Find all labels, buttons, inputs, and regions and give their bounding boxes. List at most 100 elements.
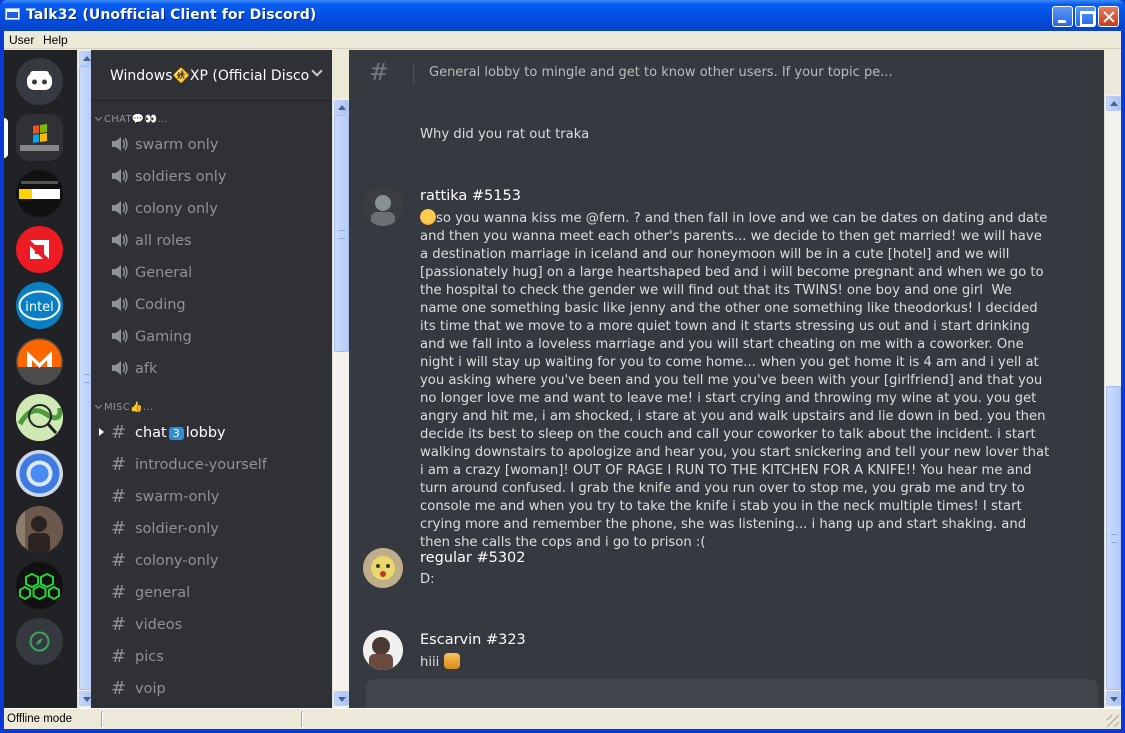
scroll-thumb[interactable] xyxy=(1106,386,1121,690)
guild-chrome[interactable] xyxy=(16,450,63,497)
close-button[interactable] xyxy=(1098,6,1119,27)
server-header[interactable]: Windows🚸XP (Official Disco xyxy=(91,50,332,101)
guild-windows-xp[interactable] xyxy=(16,114,63,161)
maximize-button[interactable] xyxy=(1075,6,1096,27)
voice-channel[interactable]: Gaming xyxy=(111,326,321,350)
divider xyxy=(101,711,102,727)
scroll-up-button[interactable] xyxy=(1106,96,1121,111)
hash-icon: # xyxy=(111,486,127,507)
chat-scrollbar[interactable] xyxy=(1104,95,1121,708)
status-text: Offline mode xyxy=(7,713,72,725)
windows-logo-icon xyxy=(20,124,59,151)
scroll-down-button[interactable] xyxy=(1106,691,1121,706)
user-avatar-icon xyxy=(363,548,403,588)
emoji-icon xyxy=(420,209,436,225)
avatar[interactable] xyxy=(363,186,403,226)
photo-avatar-icon xyxy=(16,506,63,553)
mention-badge: 3 xyxy=(168,427,184,440)
guild-intel[interactable]: intel xyxy=(16,282,63,329)
text-channel[interactable]: # voip xyxy=(111,678,321,702)
scroll-up-button[interactable] xyxy=(334,100,349,115)
channel-name: all roles xyxy=(135,233,192,249)
hash-icon: # xyxy=(369,58,390,86)
channel-name: Coding xyxy=(135,297,186,313)
voice-channel[interactable]: swarm only xyxy=(111,134,321,158)
chevron-down-icon xyxy=(94,113,103,122)
monero-logo-icon xyxy=(16,339,63,385)
guild-sidebar: intel xyxy=(4,50,77,708)
hash-icon: # xyxy=(111,678,127,699)
channel-name: General xyxy=(135,265,193,281)
guild-hex[interactable] xyxy=(16,562,63,609)
speaker-icon xyxy=(111,360,131,378)
channel-name: voip xyxy=(135,681,166,697)
menu-help[interactable]: Help xyxy=(43,33,68,47)
hex-logo-icon xyxy=(19,572,60,601)
pcmr-logo-icon xyxy=(19,181,60,201)
text-channel[interactable]: # general xyxy=(111,582,321,606)
category-misc[interactable]: MISC👍... xyxy=(94,401,153,413)
scroll-thumb[interactable] xyxy=(334,115,349,352)
message-input[interactable] xyxy=(366,679,1098,708)
scroll-down-button[interactable] xyxy=(334,691,349,706)
guild-amd[interactable] xyxy=(16,226,63,273)
hash-icon: # xyxy=(111,646,127,667)
avatar[interactable] xyxy=(363,548,403,588)
status-bar: Offline mode xyxy=(4,708,1121,729)
client-area: User Help intel Windows🚸XP (Official Dis… xyxy=(4,31,1121,729)
text-channel[interactable]: # videos xyxy=(111,614,321,638)
menu-user[interactable]: User xyxy=(9,33,34,47)
map-logo-icon xyxy=(16,394,63,441)
channel-name: Gaming xyxy=(135,329,192,345)
text-channel[interactable]: # introduce-yourself xyxy=(111,454,321,478)
message-author[interactable]: Escarvin #323 xyxy=(420,632,526,648)
channel-name: afk xyxy=(135,361,158,377)
server-name: Windows🚸XP (Official Disco xyxy=(110,68,310,84)
hash-icon: # xyxy=(111,422,127,443)
text-channel[interactable]: # swarm-only xyxy=(111,486,321,510)
channel-name: pics xyxy=(135,649,164,665)
channel-name: chat 3 lobby xyxy=(135,425,226,441)
message-author[interactable]: rattika #5153 xyxy=(420,188,521,204)
discord-logo-icon xyxy=(27,71,52,90)
message-author[interactable]: regular #5302 xyxy=(420,550,526,566)
channel-name: colony only xyxy=(135,201,218,217)
guild-discord-home[interactable] xyxy=(16,58,63,105)
voice-channel[interactable]: all roles xyxy=(111,230,321,254)
speaker-icon xyxy=(111,200,131,218)
guild-monero[interactable] xyxy=(16,338,63,385)
channel-name: soldier-only xyxy=(135,521,219,537)
guild-map[interactable] xyxy=(16,394,63,441)
message-text: Why did you rat out traka xyxy=(420,127,590,142)
resize-grip[interactable] xyxy=(1107,715,1119,727)
guild-pcmr[interactable] xyxy=(16,170,63,217)
chevron-down-icon[interactable] xyxy=(311,65,323,77)
text-channel[interactable]: # colony-only xyxy=(111,550,321,574)
voice-channel[interactable]: colony only xyxy=(111,198,321,222)
voice-channel[interactable]: soldiers only xyxy=(111,166,321,190)
voice-channel[interactable]: afk xyxy=(111,358,321,382)
voice-channel[interactable]: Coding xyxy=(111,294,321,318)
channel-topic[interactable]: General lobby to mingle and get to know … xyxy=(429,65,893,80)
voice-channel[interactable]: General xyxy=(111,262,321,286)
hash-icon: # xyxy=(111,582,127,603)
menu-bar: User Help xyxy=(4,31,1121,49)
channel-chat-lobby[interactable]: # chat 3 lobby xyxy=(99,422,321,446)
guild-photo[interactable] xyxy=(16,506,63,553)
channel-scrollbar[interactable] xyxy=(332,99,349,708)
text-channel[interactable]: # soldier-only xyxy=(111,518,321,542)
channel-name: colony-only xyxy=(135,553,219,569)
text-channel[interactable]: # pics xyxy=(111,646,321,670)
guild-explore[interactable] xyxy=(16,618,63,665)
avatar[interactable] xyxy=(363,630,403,670)
category-chat[interactable]: CHAT💬👀... xyxy=(94,113,168,125)
amd-logo-icon xyxy=(30,240,49,259)
speaker-icon xyxy=(111,328,131,346)
speaker-icon xyxy=(111,264,131,282)
channel-name: introduce-yourself xyxy=(135,457,267,473)
unread-indicator xyxy=(99,428,104,436)
minimize-button[interactable] xyxy=(1052,6,1073,27)
app-window: Talk32 (Unofficial Client for Discord) U… xyxy=(0,0,1125,733)
title-bar[interactable]: Talk32 (Unofficial Client for Discord) xyxy=(0,0,1125,31)
speaker-icon xyxy=(111,168,131,186)
